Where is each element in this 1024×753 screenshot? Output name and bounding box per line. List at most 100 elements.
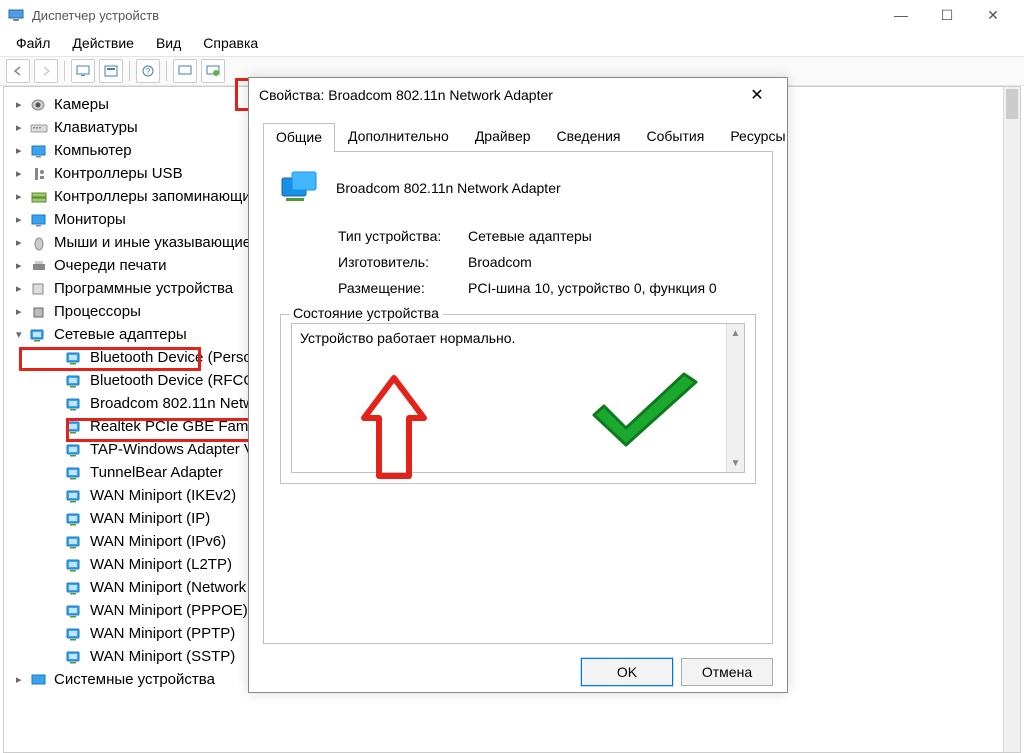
device-status-text: Устройство работает нормально. xyxy=(300,330,515,346)
device-status-textbox[interactable]: Устройство работает нормально. ▲ ▼ xyxy=(291,323,745,473)
tab-details[interactable]: Сведения xyxy=(544,122,634,151)
label-type: Тип устройства: xyxy=(338,228,468,244)
tab-events[interactable]: События xyxy=(634,122,718,151)
scroll-up-icon[interactable]: ▲ xyxy=(727,324,744,342)
tree-item-label: Компьютер xyxy=(54,142,132,159)
expand-icon[interactable]: ▸ xyxy=(16,144,30,157)
expand-icon[interactable]: ▸ xyxy=(16,190,30,203)
toolbar-action-button[interactable] xyxy=(99,59,123,83)
tree-subitem-label: WAN Miniport (L2TP) xyxy=(90,556,232,573)
tree-item-label: Системные устройства xyxy=(54,671,215,688)
toolbar-computer-button[interactable] xyxy=(71,59,95,83)
value-type: Сетевые адаптеры xyxy=(468,228,592,244)
tree-subitem-label: WAN Miniport (IPv6) xyxy=(90,533,226,550)
network-adapter-icon xyxy=(66,396,84,412)
label-vendor: Изготовитель: xyxy=(338,254,468,270)
network-adapter-icon xyxy=(66,488,84,504)
network-adapter-icon xyxy=(66,442,84,458)
tree-subitem-label: TunnelBear Adapter xyxy=(90,464,223,481)
ok-button[interactable]: OK xyxy=(581,658,673,686)
tab-advanced[interactable]: Дополнительно xyxy=(335,122,462,151)
tab-content-general: Broadcom 802.11n Network Adapter Тип уст… xyxy=(263,152,773,644)
device-category-icon xyxy=(30,258,48,274)
expand-icon[interactable]: ▸ xyxy=(16,121,30,134)
close-button[interactable]: ✕ xyxy=(970,0,1016,30)
scroll-down-icon[interactable]: ▼ xyxy=(727,454,744,472)
expand-icon[interactable]: ▸ xyxy=(16,167,30,180)
device-name: Broadcom 802.11n Network Adapter xyxy=(336,180,561,196)
network-adapter-icon xyxy=(66,511,84,527)
tree-item-label: Мониторы xyxy=(54,211,126,228)
expand-icon[interactable]: ▸ xyxy=(16,236,30,249)
tree-subitem-label: WAN Miniport (IKEv2) xyxy=(90,487,236,504)
device-category-icon xyxy=(30,97,48,113)
device-status-group: Состояние устройства Устройство работает… xyxy=(280,314,756,484)
network-adapter-icon xyxy=(66,350,84,366)
network-adapter-icon xyxy=(66,603,84,619)
expand-icon[interactable]: ▸ xyxy=(16,213,30,226)
tree-subitem-label: WAN Miniport (SSTP) xyxy=(90,648,235,665)
dialog-tabs: Общие Дополнительно Драйвер Сведения Соб… xyxy=(263,122,773,152)
dialog-titlebar[interactable]: Свойства: Broadcom 802.11n Network Adapt… xyxy=(249,78,787,112)
tree-subitem-label: WAN Miniport (PPPOE) xyxy=(90,602,248,619)
network-adapter-icon xyxy=(66,626,84,642)
network-adapter-icon xyxy=(66,534,84,550)
toolbar-update-button[interactable] xyxy=(201,59,225,83)
device-category-icon xyxy=(30,304,48,320)
tree-subitem-label: TAP-Windows Adapter V9 xyxy=(90,441,262,458)
dialog-close-button[interactable]: ✕ xyxy=(737,80,777,110)
network-adapter-icon xyxy=(66,580,84,596)
tree-scrollbar[interactable] xyxy=(1003,87,1020,752)
value-location: PCI-шина 10, устройство 0, функция 0 xyxy=(468,280,717,296)
tree-subitem-label: WAN Miniport (PPTP) xyxy=(90,625,235,642)
menu-view[interactable]: Вид xyxy=(146,32,191,54)
tree-item-label: Камеры xyxy=(54,96,109,113)
toolbar-help-button[interactable]: ? xyxy=(136,59,160,83)
expand-icon[interactable]: ▸ xyxy=(16,673,30,686)
toolbar-scan-button[interactable] xyxy=(173,59,197,83)
tab-general[interactable]: Общие xyxy=(263,123,335,152)
tree-subitem-label: WAN Miniport (IP) xyxy=(90,510,210,527)
status-scrollbar[interactable]: ▲ ▼ xyxy=(726,324,744,472)
svg-text:?: ? xyxy=(146,67,151,76)
device-category-icon xyxy=(30,235,48,251)
cancel-button[interactable]: Отмена xyxy=(681,658,773,686)
device-category-icon xyxy=(30,327,48,343)
window-title: Диспетчер устройств xyxy=(32,8,878,23)
device-category-icon xyxy=(30,120,48,136)
menu-bar: Файл Действие Вид Справка xyxy=(0,30,1024,56)
dialog-title: Свойства: Broadcom 802.11n Network Adapt… xyxy=(259,87,737,103)
expand-icon[interactable]: ▸ xyxy=(16,282,30,295)
toolbar-back-button[interactable] xyxy=(6,59,30,83)
value-vendor: Broadcom xyxy=(468,254,532,270)
maximize-button[interactable]: ☐ xyxy=(924,0,970,30)
expand-icon[interactable]: ▸ xyxy=(16,305,30,318)
network-adapter-icon xyxy=(66,419,84,435)
tree-item-label: Процессоры xyxy=(54,303,141,320)
label-location: Размещение: xyxy=(338,280,468,296)
tree-item-label: Клавиатуры xyxy=(54,119,138,136)
device-category-icon xyxy=(30,281,48,297)
expand-icon[interactable]: ▸ xyxy=(16,98,30,111)
toolbar-forward-button[interactable] xyxy=(34,59,58,83)
tree-item-label: Контроллеры USB xyxy=(54,165,183,182)
tab-resources[interactable]: Ресурсы xyxy=(717,122,798,151)
minimize-button[interactable]: — xyxy=(878,0,924,30)
network-adapter-icon xyxy=(66,557,84,573)
app-icon xyxy=(8,7,24,23)
device-category-icon xyxy=(30,166,48,182)
tree-item-label: Программные устройства xyxy=(54,280,233,297)
network-adapter-icon xyxy=(66,649,84,665)
expand-icon[interactable]: ▸ xyxy=(16,259,30,272)
menu-help[interactable]: Справка xyxy=(193,32,268,54)
expand-icon[interactable]: ▾ xyxy=(16,328,30,341)
tree-item-label: Сетевые адаптеры xyxy=(54,326,187,343)
menu-file[interactable]: Файл xyxy=(6,32,60,54)
tab-driver[interactable]: Драйвер xyxy=(462,122,544,151)
properties-dialog: Свойства: Broadcom 802.11n Network Adapt… xyxy=(248,77,788,693)
menu-action[interactable]: Действие xyxy=(62,32,144,54)
main-titlebar: Диспетчер устройств — ☐ ✕ xyxy=(0,0,1024,30)
network-adapter-large-icon xyxy=(280,170,322,206)
network-adapter-icon xyxy=(66,373,84,389)
tree-item-label: Очереди печати xyxy=(54,257,167,274)
